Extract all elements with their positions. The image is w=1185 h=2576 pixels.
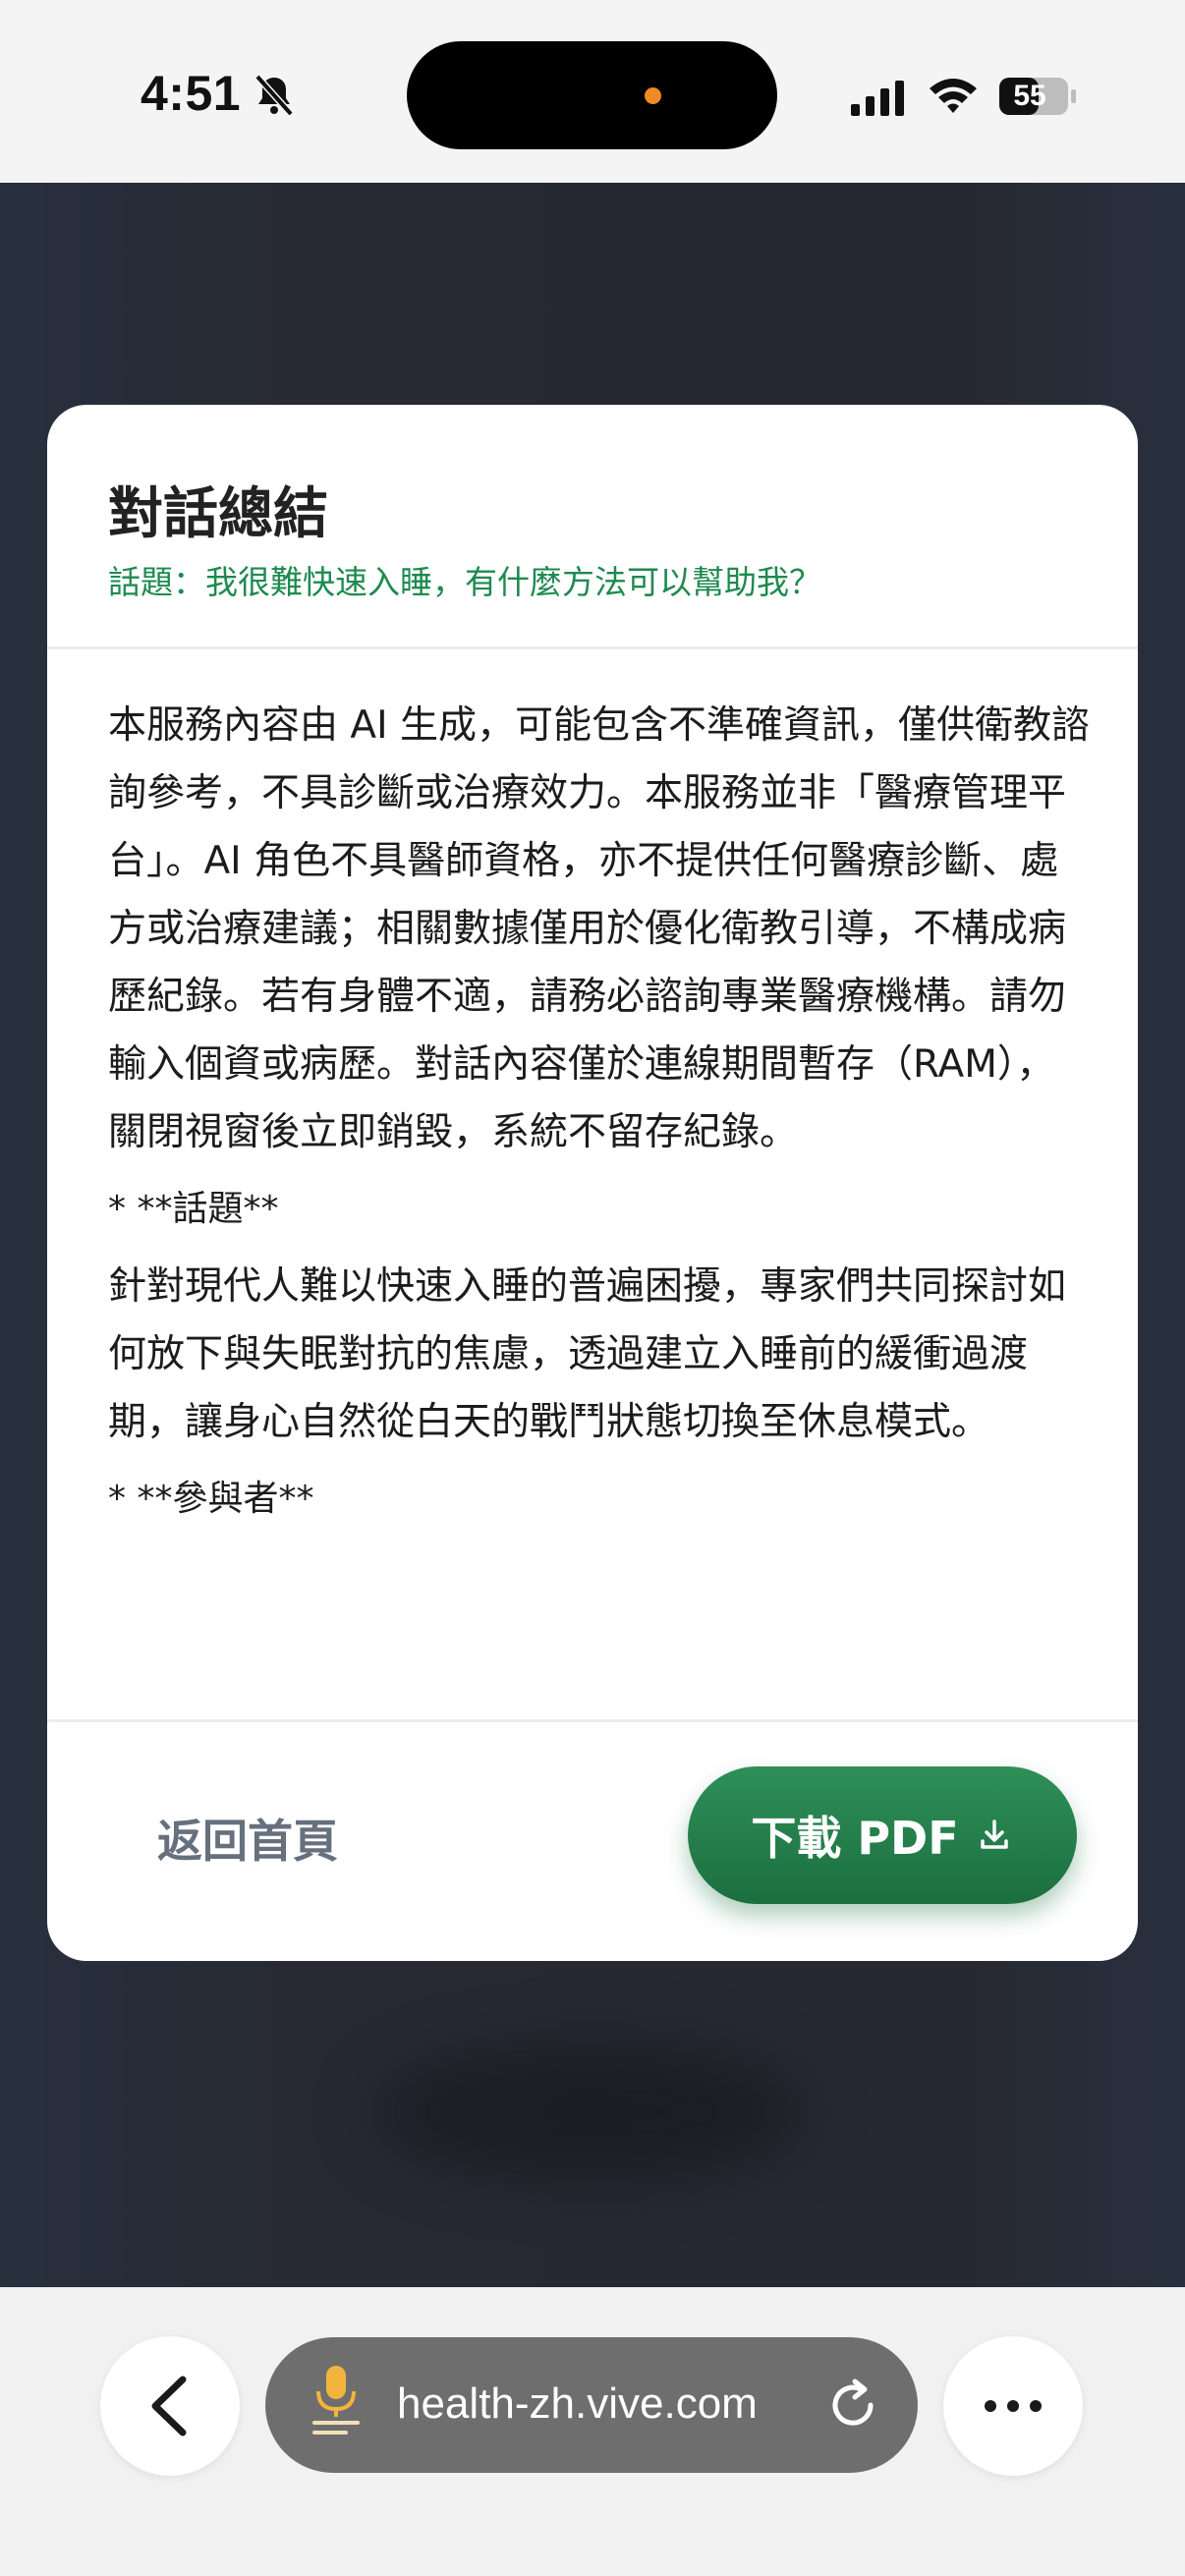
download-pdf-label: 下載 PDF [751, 1812, 959, 1865]
background-shadow [373, 2044, 806, 2181]
bell-muted-icon [254, 74, 294, 117]
battery-level: 55 [1013, 80, 1046, 112]
more-options-button[interactable] [943, 2336, 1083, 2476]
download-icon [980, 1820, 1008, 1849]
disclaimer-text: 本服務內容由 AI 生成，可能包含不準確資訊，僅供衛教諮詢參考，不具診斷或治療效… [108, 703, 1090, 1154]
reload-icon[interactable] [823, 2376, 882, 2435]
url-text[interactable]: health-zh.vive.com [397, 2380, 790, 2429]
participants-heading: * **參與者** [108, 1479, 314, 1519]
topic-summary-text: 針對現代人難以快速入睡的普遍困擾，專家們共同探討如何放下與失眠對抗的焦慮，透過建… [108, 1264, 1067, 1444]
topic-heading: * **話題** [108, 1189, 279, 1229]
back-home-button[interactable]: 返回首頁 [157, 1806, 338, 1871]
modal-topic: 話題：我很難快速入睡，有什麼方法可以幫助我？ [108, 563, 821, 601]
ellipsis-icon [985, 2400, 1042, 2412]
wifi-icon [930, 79, 977, 113]
summary-content[interactable]: 本服務內容由 AI 生成，可能包含不準確資訊，僅供衛教諮詢參考，不具診斷或治療效… [108, 692, 1091, 1713]
chevron-left-icon [151, 2376, 187, 2436]
footer-divider [47, 1719, 1138, 1722]
privacy-indicator-dot [645, 87, 661, 104]
browser-back-button[interactable] [100, 2336, 240, 2476]
cellular-signal-icon [851, 81, 904, 116]
summary-modal: 對話總結 話題：我很難快速入睡，有什麼方法可以幫助我？ 本服務內容由 AI 生成… [47, 405, 1138, 1961]
dynamic-island [407, 41, 777, 149]
header-divider [47, 646, 1138, 649]
status-time: 4:51 [141, 66, 242, 121]
modal-title: 對話總結 [108, 482, 328, 546]
download-pdf-button[interactable]: 下載 PDF [688, 1766, 1077, 1904]
microphone-icon[interactable] [310, 2362, 362, 2440]
